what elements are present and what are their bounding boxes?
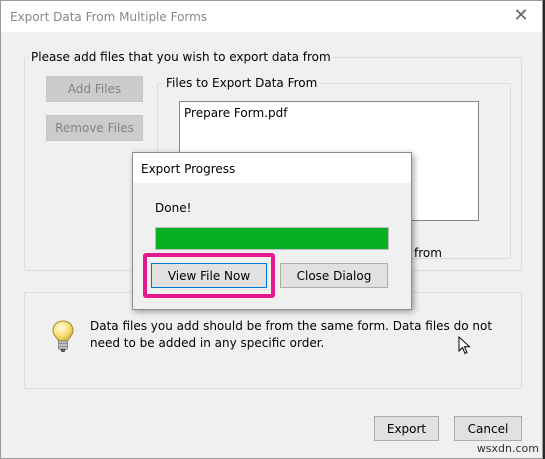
status-text: Done! xyxy=(155,201,192,215)
files-group-legend: Please add files that you wish to export… xyxy=(29,50,333,64)
list-item[interactable]: Prepare Form.pdf xyxy=(184,106,287,120)
add-files-button[interactable]: Add Files xyxy=(46,76,143,102)
mouse-pointer-icon xyxy=(458,335,471,359)
info-line-2: need to be added in any specific order. xyxy=(90,336,325,350)
close-icon[interactable]: ✕ xyxy=(510,5,532,27)
dialog-titlebar: Export Progress xyxy=(133,153,411,183)
file-list-legend: Files to Export Data From xyxy=(164,76,320,90)
partial-label: from xyxy=(414,246,442,260)
remove-files-button[interactable]: Remove Files xyxy=(46,115,143,141)
progress-bar xyxy=(155,227,389,250)
window-titlebar: Export Data From Multiple Forms ✕ xyxy=(1,1,542,32)
lightbulb-icon xyxy=(52,320,74,357)
window-title: Export Data From Multiple Forms xyxy=(10,10,208,24)
watermark-text: wsxdn.com xyxy=(476,442,539,455)
close-dialog-button[interactable]: Close Dialog xyxy=(280,263,388,288)
cancel-button[interactable]: Cancel xyxy=(454,416,522,441)
info-line-1: Data files you add should be from the sa… xyxy=(90,319,493,333)
progress-bar-fill xyxy=(156,228,388,249)
export-progress-dialog: Export Progress Done! View File Now Clos… xyxy=(132,152,412,310)
dialog-title: Export Progress xyxy=(141,162,236,176)
export-button[interactable]: Export xyxy=(374,416,439,441)
highlight-box xyxy=(143,253,275,298)
